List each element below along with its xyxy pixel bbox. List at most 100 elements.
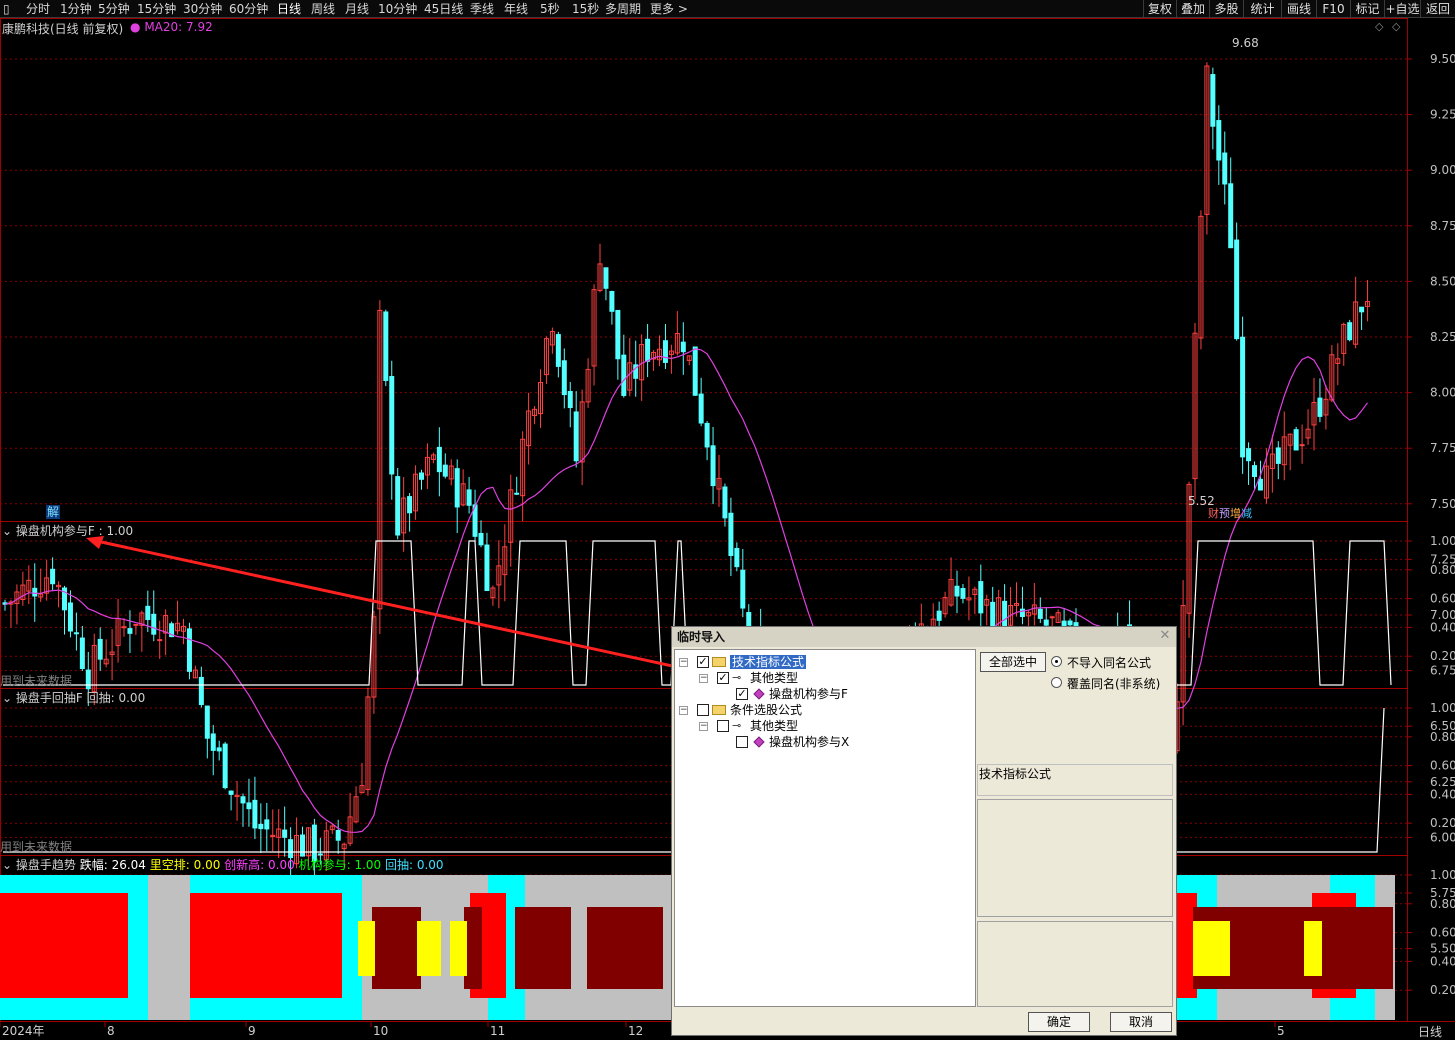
ok-button[interactable]: 确定 (1028, 1012, 1090, 1032)
close-icon[interactable]: ✕ (1158, 629, 1172, 643)
candle-body (1222, 152, 1228, 185)
news-badge-1[interactable]: 预 (1219, 507, 1230, 521)
candle-body (282, 829, 288, 838)
candle-body (1228, 183, 1234, 249)
pane3-title: ⌄ 操盘手趋势 跌幅: 26.04 里空排: 0.00 创新高: 0.00 机构… (2, 858, 444, 872)
candle-body (389, 376, 395, 475)
toolbar-button-0[interactable]: 复权 (1143, 0, 1176, 18)
candle-body (151, 613, 157, 635)
key-icon: ⊸ (732, 671, 742, 684)
period-tab-16[interactable]: 更多 > (650, 1, 688, 17)
period-tab-2[interactable]: 5分钟 (98, 1, 130, 17)
period-tab-3[interactable]: 15分钟 (137, 1, 176, 17)
event-badge[interactable]: 解 (46, 505, 60, 519)
collapse-icon[interactable]: − (679, 706, 688, 715)
sub-tick-label: 0.20 (1430, 816, 1455, 830)
cancel-button[interactable]: 取消 (1110, 1012, 1172, 1032)
candle-body (1043, 619, 1049, 626)
collapse-icon[interactable]: − (699, 722, 708, 731)
tree-node-other-type-2[interactable]: 其他类型 (750, 718, 798, 734)
period-tab-5[interactable]: 60分钟 (229, 1, 268, 17)
toolbar-button-7[interactable]: +自选 (1384, 0, 1420, 18)
collapse-icon[interactable]: ◇ (1392, 20, 1400, 33)
toolbar-button-1[interactable]: 叠加 (1176, 0, 1209, 18)
select-all-button[interactable]: 全部选中 (980, 652, 1046, 672)
period-tab-6[interactable]: 日线 (277, 1, 301, 17)
node1-checkbox[interactable]: ✓ (697, 656, 709, 668)
toolbar-button-5[interactable]: F10 (1316, 0, 1350, 18)
description-panel (977, 799, 1173, 917)
node1-leaf-checkbox[interactable]: ✓ (736, 688, 748, 700)
candle-body (728, 512, 734, 556)
tree-node-other-type-1[interactable]: 其他类型 (750, 670, 798, 686)
node1-child-checkbox[interactable]: ✓ (717, 672, 729, 684)
pane-toggle-icon[interactable]: ⌄ (2, 524, 12, 538)
toolbar-button-3[interactable]: 统计 (1243, 0, 1281, 18)
collapse-icon[interactable]: − (679, 658, 688, 667)
node2-child-checkbox[interactable] (717, 720, 729, 732)
candle-body (680, 341, 686, 353)
period-tab-14[interactable]: 15秒 (572, 1, 599, 17)
period-tab-9[interactable]: 10分钟 (378, 1, 417, 17)
candle-body (1293, 429, 1299, 451)
candle-body (645, 338, 651, 362)
tree-node-condition-formula[interactable]: 条件选股公式 (730, 702, 802, 718)
pane3-value-0: 跌幅: 26.04 (79, 858, 146, 872)
price-tick-label: 7.50 (1430, 497, 1455, 511)
candle-body (662, 340, 668, 363)
candle-body (1252, 465, 1257, 477)
tree-node-leaf-f[interactable]: 操盘机构参与F (769, 686, 848, 702)
candle-body (145, 605, 151, 621)
node2-checkbox[interactable] (697, 704, 709, 716)
news-badge-3[interactable]: 减 (1241, 507, 1252, 521)
pane-toggle-icon[interactable]: ⌄ (2, 858, 12, 872)
period-tab-4[interactable]: 30分钟 (183, 1, 222, 17)
period-tab-10[interactable]: 45日线 (424, 1, 463, 17)
collapse-icon[interactable]: − (699, 674, 708, 683)
candle-body (484, 544, 490, 592)
period-tab-11[interactable]: 季线 (470, 1, 494, 17)
period-tab-1[interactable]: 1分钟 (60, 1, 92, 17)
candle-body (567, 390, 573, 409)
menu-icon[interactable]: ▯ (3, 1, 17, 17)
news-badges[interactable]: 财预增减 (1208, 506, 1252, 520)
period-tab-0[interactable]: 分时 (26, 1, 50, 17)
toolbar-button-6[interactable]: 标记 (1350, 0, 1384, 18)
candle-body (246, 802, 252, 810)
news-badge-0[interactable]: 财 (1208, 507, 1219, 521)
formula-tree[interactable]: − ✓ 技术指标公式 − ✓ ⊸ 其他类型 ✓ 操盘机构参与F − 条件选股公式… (674, 649, 976, 1007)
tree-node-tech-formula[interactable]: 技术指标公式 (730, 654, 807, 670)
candle-body (573, 411, 579, 462)
candle-body (1067, 620, 1073, 626)
news-badge-2[interactable]: 增 (1230, 507, 1241, 521)
overwrite-label: 覆盖同名(非系统) (1067, 677, 1161, 691)
node2-leaf-checkbox[interactable] (736, 736, 748, 748)
period-tab-7[interactable]: 周线 (311, 1, 335, 17)
candle-body (121, 626, 127, 629)
no-import-radio[interactable] (1051, 656, 1062, 667)
pane-toggle-icon[interactable]: ⌄ (2, 691, 12, 705)
period-tab-12[interactable]: 年线 (504, 1, 528, 17)
candle-body (698, 393, 704, 424)
candle-body (978, 581, 984, 614)
candle-body (442, 464, 448, 477)
candle-body (1317, 397, 1323, 417)
period-tab-13[interactable]: 5秒 (540, 1, 560, 17)
candle-body (722, 486, 728, 519)
toolbar-button-8[interactable]: 返回 (1420, 0, 1455, 18)
pane2-future-warning: 用到未来数据 (0, 840, 73, 854)
yellow-block (450, 921, 467, 976)
candle-body (67, 602, 73, 632)
sub-tick-label: 0.20 (1430, 983, 1455, 997)
candle-body (710, 445, 716, 487)
period-label[interactable]: 日线 (1418, 1023, 1442, 1040)
diamond-icon[interactable]: ◇ (1375, 20, 1383, 33)
overwrite-radio[interactable] (1051, 677, 1062, 688)
toolbar-button-2[interactable]: 多股 (1209, 0, 1243, 18)
candle-body (216, 747, 222, 752)
period-tab-8[interactable]: 月线 (345, 1, 369, 17)
candle-body (615, 309, 621, 360)
tree-node-leaf-x[interactable]: 操盘机构参与X (769, 734, 849, 750)
period-tab-15[interactable]: 多周期 (605, 1, 641, 17)
toolbar-button-4[interactable]: 画线 (1281, 0, 1316, 18)
